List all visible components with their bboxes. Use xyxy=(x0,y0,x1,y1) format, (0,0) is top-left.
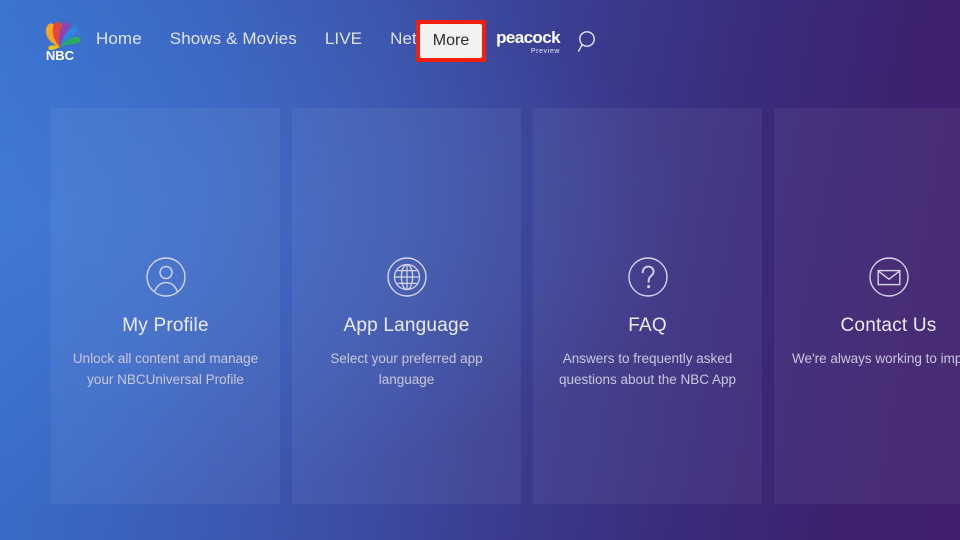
card-title: App Language xyxy=(343,315,470,336)
card-description: Select your preferred app language xyxy=(330,351,483,387)
question-mark-icon xyxy=(624,253,672,301)
card-description: Unlock all content and manage your NBCUn… xyxy=(72,351,259,387)
nbc-peacock-logo[interactable]: NBC xyxy=(38,19,82,61)
peacock-preview-logo[interactable]: peacock Preview xyxy=(494,29,562,55)
nav-item-live[interactable]: LIVE xyxy=(311,28,376,50)
nav-item-home[interactable]: Home xyxy=(96,28,156,50)
search-icon[interactable] xyxy=(576,29,602,55)
card-contact-us[interactable]: Contact Us We're always working to impro… xyxy=(774,108,960,504)
card-title: Contact Us xyxy=(840,315,937,336)
peacock-preview-label: Preview xyxy=(530,48,560,55)
card-description: Answers to frequently asked questions ab… xyxy=(558,351,737,387)
card-faq[interactable]: FAQ Answers to frequently asked question… xyxy=(533,108,762,504)
globe-icon xyxy=(383,253,431,301)
card-description: We're always working to improve the NBC … xyxy=(792,351,960,366)
card-title: My Profile xyxy=(122,315,209,336)
nav-item-shows-movies[interactable]: Shows & Movies xyxy=(156,28,311,50)
card-app-language[interactable]: App Language Select your preferred app l… xyxy=(292,108,521,504)
top-navigation-bar: NBC Home Shows & Movies LIVE Networks Mo… xyxy=(0,0,960,82)
nbc-wordmark: NBC xyxy=(46,48,75,61)
nav-item-more[interactable]: More xyxy=(420,24,482,58)
more-menu-cards: My Profile Unlock all content and manage… xyxy=(51,108,960,504)
card-my-profile[interactable]: My Profile Unlock all content and manage… xyxy=(51,108,280,504)
user-circle-icon xyxy=(142,253,190,301)
envelope-icon xyxy=(865,253,913,301)
app-screen: NBC Home Shows & Movies LIVE Networks Mo… xyxy=(0,0,960,540)
card-title: FAQ xyxy=(628,315,667,336)
peacock-wordmark: peacock xyxy=(496,28,560,47)
nav-item-more-highlight: More xyxy=(416,20,486,62)
